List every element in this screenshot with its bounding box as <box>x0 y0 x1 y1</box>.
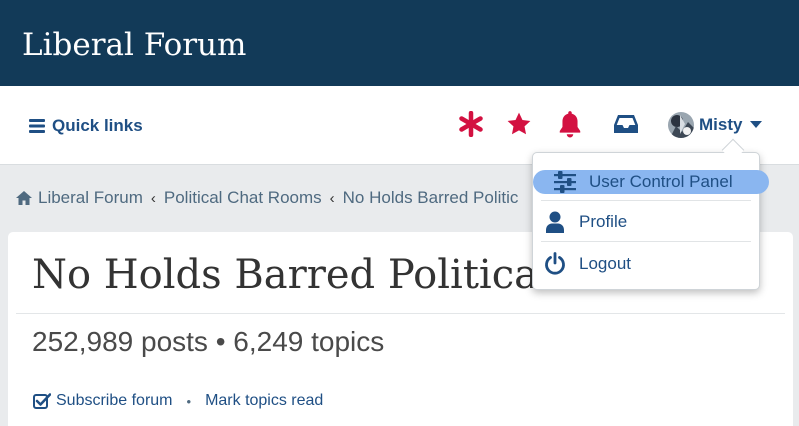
user-control-panel-item[interactable]: User Control Panel <box>533 170 769 194</box>
divider <box>541 200 751 201</box>
username: Misty <box>699 115 743 134</box>
star-icon[interactable] <box>505 110 533 138</box>
asterisk-icon[interactable] <box>457 110 485 138</box>
inbox-icon[interactable] <box>612 110 640 138</box>
forum-stats: 252,989 posts • 6,249 topics <box>32 326 385 357</box>
power-icon <box>541 252 569 276</box>
subscribe-forum-link[interactable]: Subscribe forum <box>33 392 173 410</box>
page-title[interactable]: No Holds Barred Political F <box>32 250 591 300</box>
caret-down-icon <box>750 121 763 128</box>
profile-label: Profile <box>579 212 628 231</box>
breadcrumb-political-chat-rooms[interactable]: Political Chat Rooms <box>164 188 322 208</box>
breadcrumb: Liberal Forum ‹ Political Chat Rooms ‹ N… <box>15 188 518 208</box>
home-icon <box>16 191 32 205</box>
forum-actions: Subscribe forum • Mark topics read <box>33 392 323 410</box>
bell-icon[interactable] <box>556 110 584 138</box>
quick-links-button[interactable]: Quick links <box>29 116 143 136</box>
breadcrumb-home[interactable]: Liberal Forum <box>38 188 143 208</box>
breadcrumb-current-forum[interactable]: No Holds Barred Politic <box>343 188 519 208</box>
site-header: Liberal Forum <box>0 0 799 86</box>
user-icon <box>541 211 569 233</box>
user-control-panel-label: User Control Panel <box>589 172 733 191</box>
site-title[interactable]: Liberal Forum <box>22 26 246 64</box>
user-dropdown-menu: User Control Panel Profile Logout <box>532 152 769 290</box>
mark-topics-read-label: Mark topics read <box>205 392 324 409</box>
divider <box>541 241 751 242</box>
subscribe-forum-label: Subscribe forum <box>56 392 173 409</box>
quick-links-label: Quick links <box>52 116 143 135</box>
breadcrumb-separator: ‹ <box>150 189 156 207</box>
breadcrumb-separator: ‹ <box>329 189 335 207</box>
check-square-icon <box>33 393 51 409</box>
sliders-icon <box>551 171 579 193</box>
mark-topics-read-link[interactable]: Mark topics read <box>205 392 323 410</box>
divider <box>16 313 785 314</box>
hamburger-icon <box>29 119 45 133</box>
separator-dot: • <box>186 393 192 409</box>
user-menu-toggle[interactable]: Misty <box>668 112 763 138</box>
logout-item[interactable]: Logout <box>541 246 751 282</box>
profile-item[interactable]: Profile <box>541 204 751 240</box>
avatar <box>668 112 694 138</box>
logout-label: Logout <box>579 254 631 273</box>
